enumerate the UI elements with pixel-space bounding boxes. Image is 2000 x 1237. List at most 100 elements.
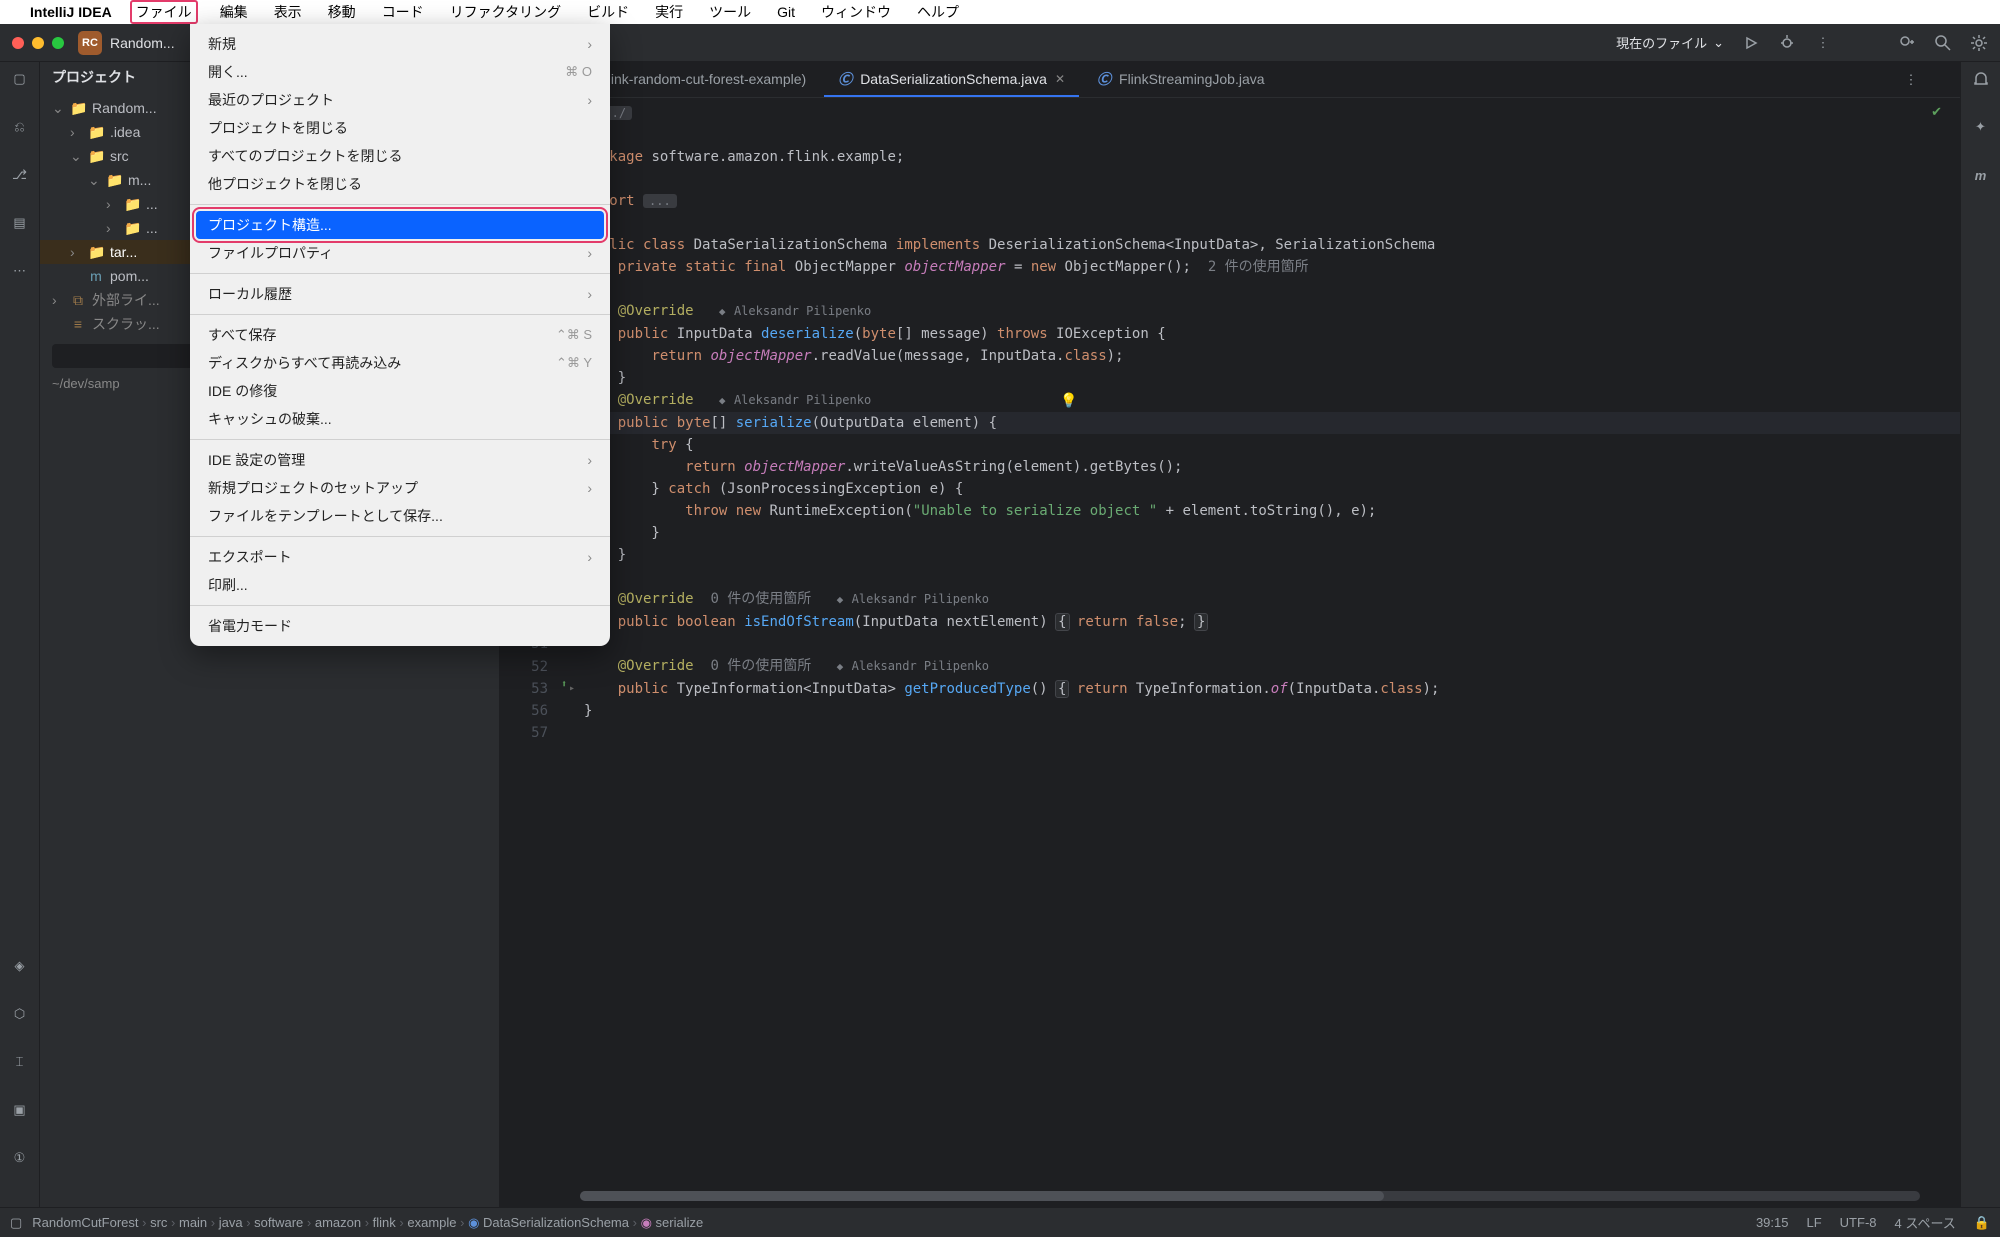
ai-tool-icon[interactable]: ✦ <box>1972 118 1990 136</box>
structure-tool-icon[interactable]: ▤ <box>11 214 29 232</box>
close-tab-icon[interactable]: ✕ <box>1055 72 1065 86</box>
code-line[interactable]: 38💡 @Override ◆ Aleksandr Pilipenko <box>500 389 1960 412</box>
intention-bulb-icon[interactable]: 💡 <box>1060 390 1077 412</box>
file-menu-item[interactable]: 新規プロジェクトのセットアップ› <box>190 474 610 502</box>
tab-more-icon[interactable]: ⋮ <box>1902 71 1920 89</box>
commit-tool-icon[interactable]: ⎌ <box>11 118 29 136</box>
code-with-me-icon[interactable] <box>1898 34 1916 52</box>
search-icon[interactable] <box>1934 34 1952 52</box>
code-line[interactable]: 53⬆▸ public TypeInformation<InputData> g… <box>500 678 1960 700</box>
readonly-lock-icon[interactable]: 🔒 <box>1974 1215 1990 1231</box>
breadcrumb-item[interactable]: main <box>179 1215 207 1230</box>
menu-refactor[interactable]: リファクタリング <box>446 0 565 24</box>
run-button[interactable] <box>1742 34 1760 52</box>
file-menu-item[interactable]: 最近のプロジェクト› <box>190 86 610 114</box>
file-menu-item[interactable]: すべて保存⌃⌘ S <box>190 321 610 349</box>
file-menu-item[interactable]: ディスクからすべて再読み込み⌃⌘ Y <box>190 349 610 377</box>
code-line[interactable]: 46 <box>500 566 1960 588</box>
file-menu-item[interactable]: 省電力モード <box>190 612 610 640</box>
code-line[interactable]: 34 @Override ◆ Aleksandr Pilipenko <box>500 300 1960 323</box>
services-tool-icon[interactable]: ◈ <box>11 957 29 975</box>
code-line[interactable]: 43 throw new RuntimeException("Unable to… <box>500 500 1960 522</box>
code-line[interactable]: 51 <box>500 633 1960 655</box>
code-line[interactable]: 32 private static final ObjectMapper obj… <box>500 256 1960 278</box>
file-menu-item[interactable]: エクスポート› <box>190 543 610 571</box>
code-line[interactable]: 33 <box>500 278 1960 300</box>
code-line[interactable]: 57 <box>500 722 1960 744</box>
file-menu-item[interactable]: 新規› <box>190 30 610 58</box>
menu-build[interactable]: ビルド <box>583 0 633 24</box>
breadcrumb-item[interactable]: java <box>219 1215 243 1230</box>
menu-navigate[interactable]: 移動 <box>324 0 360 24</box>
code-line[interactable]: 36 return objectMapper.readValue(message… <box>500 345 1960 367</box>
minimize-button[interactable] <box>32 37 44 49</box>
menu-view[interactable]: 表示 <box>270 0 306 24</box>
code-line[interactable]: 44 } <box>500 522 1960 544</box>
settings-icon[interactable] <box>1970 34 1988 52</box>
horizontal-scrollbar[interactable] <box>580 1191 1920 1201</box>
file-menu-item[interactable]: プロジェクト構造... <box>196 211 604 239</box>
breadcrumb-root-icon[interactable]: ▢ <box>10 1215 22 1231</box>
more-tool-icon[interactable]: ⋯ <box>11 262 29 280</box>
file-menu-item[interactable]: 他プロジェクトを閉じる <box>190 170 610 198</box>
problems-tool-icon[interactable]: ① <box>11 1149 29 1167</box>
breadcrumb-item[interactable]: example <box>407 1215 456 1230</box>
build-tool-icon[interactable]: ⬡ <box>11 1005 29 1023</box>
code-line[interactable]: 21▸import ... <box>500 190 1960 212</box>
breadcrumb-item[interactable]: amazon <box>315 1215 361 1230</box>
menu-edit[interactable]: 編集 <box>216 0 252 24</box>
editor-tab[interactable]: ⒸFlinkStreamingJob.java <box>1083 62 1279 97</box>
code-line[interactable]: 45 } <box>500 544 1960 566</box>
file-menu-item[interactable]: すべてのプロジェクトを閉じる <box>190 142 610 170</box>
breadcrumb-item[interactable]: ◉ serialize <box>641 1215 704 1230</box>
breadcrumb-item[interactable]: RandomCutForest <box>32 1215 138 1230</box>
line-separator[interactable]: LF <box>1807 1215 1822 1230</box>
menu-git[interactable]: Git <box>773 2 799 22</box>
notifications-icon[interactable] <box>1972 70 1990 88</box>
code-line[interactable]: 37 } <box>500 367 1960 389</box>
code-line[interactable]: 20 <box>500 168 1960 190</box>
code-line[interactable]: 40 try { <box>500 434 1960 456</box>
file-menu-item[interactable]: IDE 設定の管理› <box>190 446 610 474</box>
project-tool-icon[interactable]: ▢ <box>11 70 29 88</box>
file-menu-item[interactable]: 印刷... <box>190 571 610 599</box>
menu-help[interactable]: ヘルプ <box>913 0 963 24</box>
code-line[interactable]: 47 @Override 0 件の使用箇所 ◆ Aleksandr Pilipe… <box>500 588 1960 611</box>
run-config-selector[interactable]: 現在のファイル⌄ <box>1616 33 1724 52</box>
terminal-tool-icon[interactable]: ⌶ <box>11 1053 29 1071</box>
vcs-tool-icon[interactable]: ⎇ <box>11 166 29 184</box>
more-actions-icon[interactable]: ⋮ <box>1814 34 1832 52</box>
code-line[interactable]: 42 } catch (JsonProcessingException e) { <box>500 478 1960 500</box>
maven-tool-icon[interactable]: m <box>1972 166 1990 184</box>
menu-code[interactable]: コード <box>378 0 428 24</box>
code-line[interactable]: 19package software.amazon.flink.example; <box>500 146 1960 168</box>
code-line[interactable]: 52 @Override 0 件の使用箇所 ◆ Aleksandr Pilipe… <box>500 655 1960 678</box>
file-menu-item[interactable]: ファイルプロパティ› <box>190 239 610 267</box>
file-menu-item[interactable]: ローカル履歴› <box>190 280 610 308</box>
zoom-button[interactable] <box>52 37 64 49</box>
code-editor[interactable]: ✔ 1▸/.../1819package software.amazon.fli… <box>500 98 1960 1207</box>
menu-window[interactable]: ウィンドウ <box>817 0 895 24</box>
file-encoding[interactable]: UTF-8 <box>1840 1215 1877 1230</box>
code-line[interactable]: 30 <box>500 212 1960 234</box>
menu-file[interactable]: ファイル <box>130 0 198 24</box>
file-menu-item[interactable]: 開く...⌘ O <box>190 58 610 86</box>
file-menu-item[interactable]: プロジェクトを閉じる <box>190 114 610 142</box>
file-menu-item[interactable]: IDE の修復 <box>190 377 610 405</box>
cursor-position[interactable]: 39:15 <box>1756 1215 1789 1230</box>
code-line[interactable]: 31public class DataSerializationSchema i… <box>500 234 1960 256</box>
breadcrumb-item[interactable]: ◉ DataSerializationSchema <box>468 1215 629 1230</box>
code-line[interactable]: 39⬆ public byte[] serialize(OutputData e… <box>500 412 1960 434</box>
code-line[interactable]: 1▸/.../ <box>500 102 1960 124</box>
indent-setting[interactable]: 4 スペース <box>1895 1213 1956 1232</box>
menu-run[interactable]: 実行 <box>651 0 687 24</box>
code-line[interactable]: 56} <box>500 700 1960 722</box>
code-line[interactable]: 41 return objectMapper.writeValueAsStrin… <box>500 456 1960 478</box>
run-tool-icon[interactable]: ▣ <box>11 1101 29 1119</box>
code-line[interactable]: 18 <box>500 124 1960 146</box>
project-name[interactable]: Random... <box>110 35 175 51</box>
menu-tools[interactable]: ツール <box>705 0 755 24</box>
close-button[interactable] <box>12 37 24 49</box>
debug-button[interactable] <box>1778 34 1796 52</box>
code-line[interactable]: 48⬆▸ public boolean isEndOfStream(InputD… <box>500 611 1960 633</box>
